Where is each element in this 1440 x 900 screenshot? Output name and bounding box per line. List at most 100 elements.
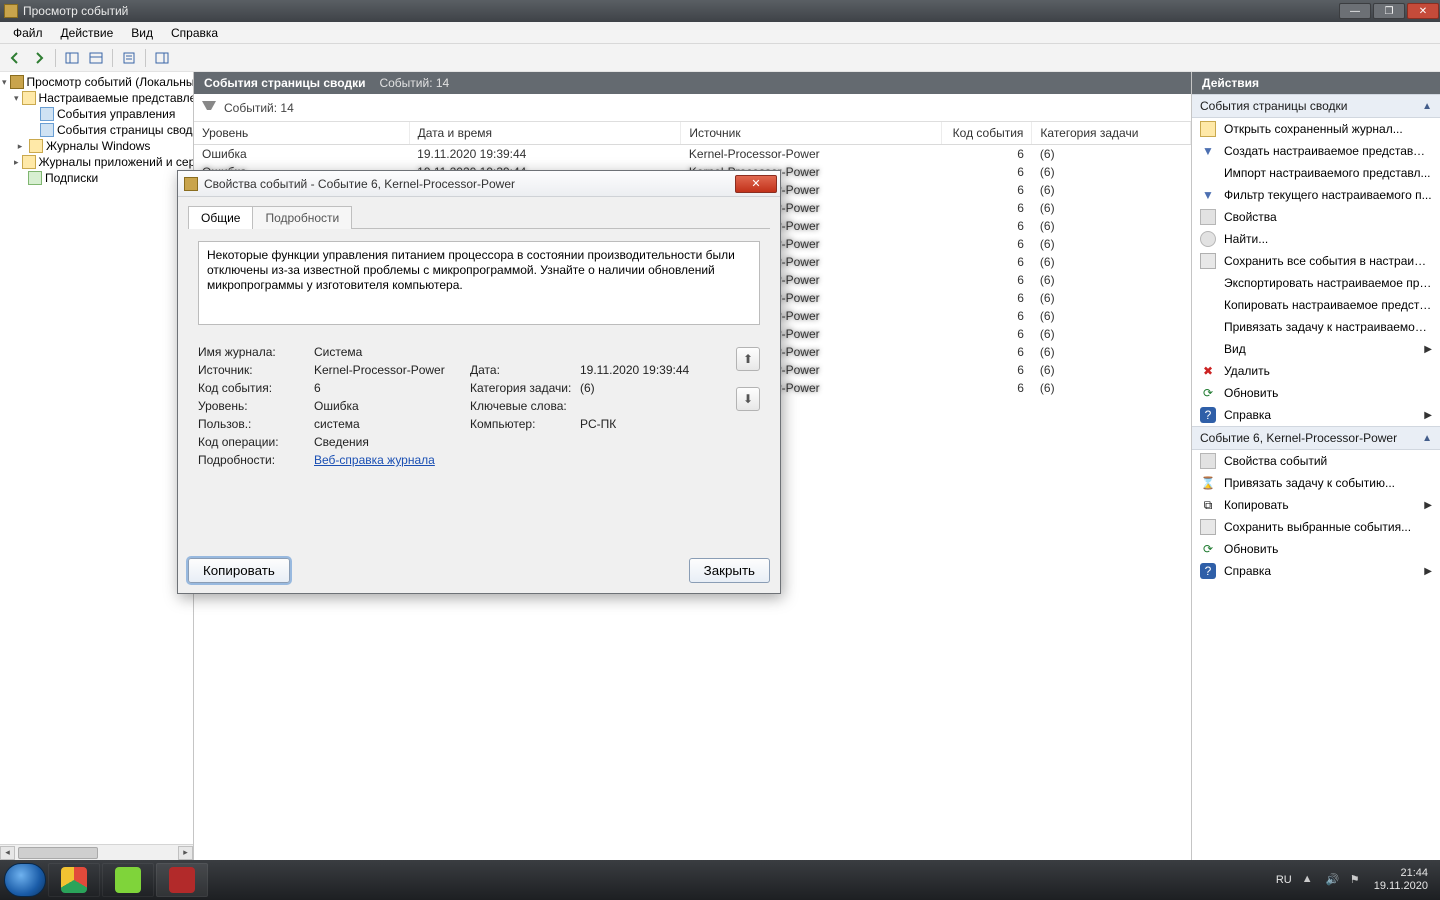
value-date: 19.11.2020 19:39:44 [580,363,689,377]
tree-summary-events[interactable]: События страницы сводки [0,122,193,138]
event-viewer-icon [10,75,24,89]
menu-file[interactable]: Файл [4,23,52,43]
start-button[interactable] [4,863,46,897]
system-tray[interactable]: RU ▲ 🔊 ⚑ 21:44 19.11.2020 [1276,867,1436,892]
table-row[interactable]: Ошибка19.11.2020 19:39:44Kernel-Processo… [194,145,1191,164]
collapse-icon[interactable]: ▲ [1422,433,1432,444]
col-category[interactable]: Категория задачи [1032,122,1191,145]
event-description[interactable]: Некоторые функции управления питанием пр… [198,241,760,325]
web-help-link[interactable]: Веб-справка журнала [314,453,435,467]
tree-admin-events[interactable]: События управления [0,106,193,122]
action-find[interactable]: Найти... [1192,228,1440,250]
value-computer: PC-ПК [580,417,616,431]
col-date[interactable]: Дата и время [409,122,681,145]
tree-windows-logs[interactable]: ▸ Журналы Windows [0,138,193,154]
close-button[interactable]: ✕ [1407,3,1439,19]
col-level[interactable]: Уровень [194,122,409,145]
show-hidden-icon[interactable]: ▲ [1302,873,1316,887]
collapse-icon[interactable]: ▾ [2,76,7,88]
copy-button[interactable]: Копировать [188,558,290,583]
col-source[interactable]: Источник [681,122,941,145]
action-save-selected[interactable]: Сохранить выбранные события... [1192,516,1440,538]
collapse-icon[interactable]: ▾ [14,92,19,104]
tree-hscrollbar[interactable]: ◂ ▸ [0,844,193,860]
action-help-event[interactable]: ?Справка▶ [1192,560,1440,582]
cell-code: 6 [941,163,1032,181]
scroll-thumb[interactable] [18,847,98,859]
expand-icon[interactable]: ▸ [14,140,26,152]
scroll-left-icon[interactable]: ◂ [0,846,15,860]
task-icon: ⌛ [1200,475,1216,491]
cell-category: (6) [1032,163,1191,181]
label-computer: Компьютер: [470,417,580,431]
collapse-icon[interactable]: ▲ [1422,101,1432,112]
tree-label: Журналы приложений и сервисов [39,155,194,169]
tab-general[interactable]: Общие [188,206,253,229]
menu-action[interactable]: Действие [52,23,123,43]
action-open-log[interactable]: Открыть сохраненный журнал... [1192,118,1440,140]
col-code[interactable]: Код события [941,122,1032,145]
taskbar-app-utorrent[interactable] [102,863,154,897]
tree-pane[interactable]: ▾ Просмотр событий (Локальный) ▾ Настраи… [0,72,194,860]
action-filter-view[interactable]: ▼Фильтр текущего настраиваемого п... [1192,184,1440,206]
actions-section-event[interactable]: Событие 6, Kernel-Processor-Power ▲ [1192,426,1440,450]
action-properties[interactable]: Свойства [1192,206,1440,228]
action-copy-view[interactable]: Копировать настраиваемое предста... [1192,294,1440,316]
value-level: Ошибка [314,399,470,413]
action-create-view[interactable]: ▼Создать настраиваемое представле... [1192,140,1440,162]
chevron-right-icon: ▶ [1424,500,1432,511]
dialog-close-button[interactable]: ✕ [735,175,777,193]
cell-category: (6) [1032,343,1191,361]
action-refresh[interactable]: ⟳Обновить [1192,382,1440,404]
cell-code: 6 [941,379,1032,397]
tray-language[interactable]: RU [1276,874,1292,886]
action-copy-event[interactable]: ⧉Копировать▶ [1192,494,1440,516]
taskbar-app-chrome[interactable] [48,863,100,897]
show-tree-button[interactable] [61,47,83,69]
action-event-properties[interactable]: Свойства событий [1192,450,1440,472]
help-button[interactable] [151,47,173,69]
label-date: Дата: [470,363,580,377]
action-center-icon[interactable]: ⚑ [1350,873,1364,887]
taskbar-app-active[interactable] [156,863,208,897]
funnel-icon: ▼ [1200,143,1216,159]
properties-button[interactable] [118,47,140,69]
action-help[interactable]: ?Справка▶ [1192,404,1440,426]
cell-category: (6) [1032,325,1191,343]
volume-icon[interactable]: 🔊 [1326,873,1340,887]
tree-subscriptions[interactable]: Подписки [0,170,193,186]
close-button[interactable]: Закрыть [689,558,770,583]
tab-details[interactable]: Подробности [252,206,352,229]
menu-help[interactable]: Справка [162,23,227,43]
action-attach-task-event[interactable]: ⌛Привязать задачу к событию... [1192,472,1440,494]
minimize-button[interactable]: — [1339,3,1371,19]
action-delete[interactable]: ✖Удалить [1192,360,1440,382]
action-attach-task-view[interactable]: Привязать задачу к настраиваемом... [1192,316,1440,338]
maximize-button[interactable]: ❐ [1373,3,1405,19]
toolbar-btn-2[interactable] [85,47,107,69]
cell-category: (6) [1032,271,1191,289]
menu-view[interactable]: Вид [122,23,162,43]
tree-root[interactable]: ▾ Просмотр событий (Локальный) [0,74,193,90]
next-event-button[interactable]: ⬇ [736,387,760,411]
dialog-titlebar[interactable]: Свойства событий - Событие 6, Kernel-Pro… [178,171,780,197]
cell-source: Kernel-Processor-Power [681,145,941,164]
scroll-right-icon[interactable]: ▸ [178,846,193,860]
expand-icon[interactable]: ▸ [14,156,19,168]
back-button[interactable] [4,47,26,69]
action-refresh-event[interactable]: ⟳Обновить [1192,538,1440,560]
toolbox-icon [169,867,195,893]
action-save-all[interactable]: Сохранить все события в настраива... [1192,250,1440,272]
actions-pane: Действия События страницы сводки ▲ Откры… [1192,72,1440,860]
actions-section-summary[interactable]: События страницы сводки ▲ [1192,94,1440,118]
tray-clock[interactable]: 21:44 19.11.2020 [1374,867,1428,892]
event-properties-dialog[interactable]: Свойства событий - Событие 6, Kernel-Pro… [177,170,781,594]
action-export-view[interactable]: Экспортировать настраиваемое пре... [1192,272,1440,294]
taskbar[interactable]: RU ▲ 🔊 ⚑ 21:44 19.11.2020 [0,860,1440,900]
prev-event-button[interactable]: ⬆ [736,347,760,371]
tree-custom-views[interactable]: ▾ Настраиваемые представления [0,90,193,106]
forward-button[interactable] [28,47,50,69]
action-view-submenu[interactable]: Вид▶ [1192,338,1440,360]
action-import-view[interactable]: Импорт настраиваемого представл... [1192,162,1440,184]
tree-app-logs[interactable]: ▸ Журналы приложений и сервисов [0,154,193,170]
